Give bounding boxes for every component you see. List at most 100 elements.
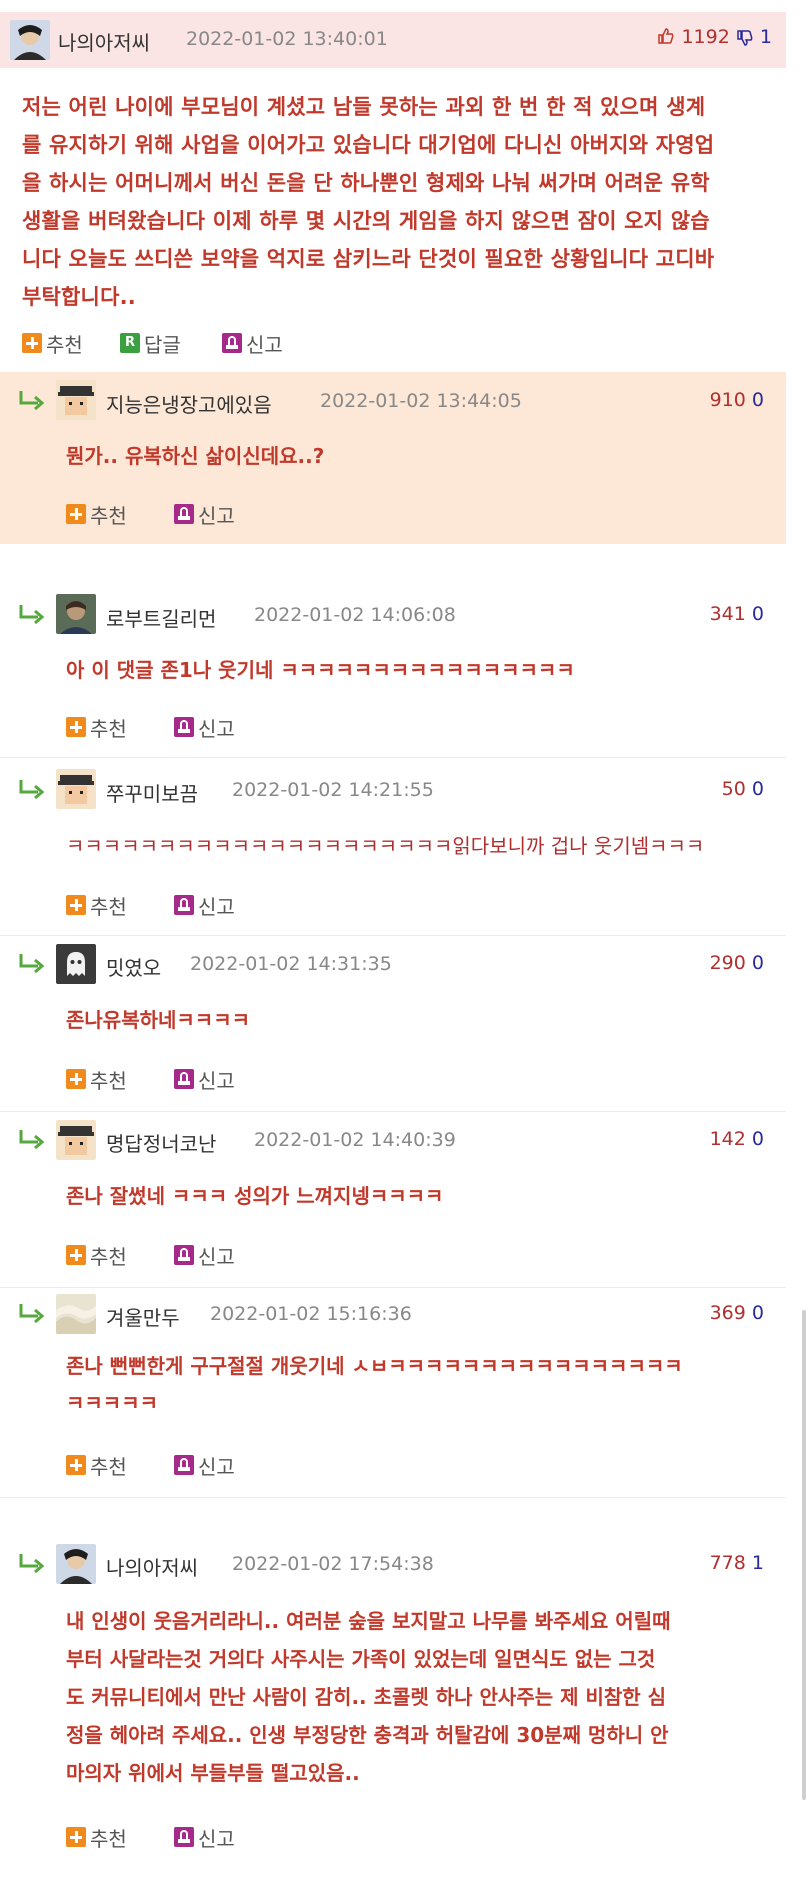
- comment-upvotes: 341: [709, 603, 746, 625]
- comment-line: 존나유복하네ㅋㅋㅋㅋ: [66, 1008, 250, 1032]
- divider: [0, 1497, 786, 1498]
- comment-item: 겨울만두 2022-01-02 15:16:36 369 0 존나 뻔뻔한게 구…: [0, 1292, 786, 1498]
- recommend-button[interactable]: 추천: [22, 328, 83, 358]
- reply-arrow-icon: [19, 391, 45, 411]
- comment-upvotes: 290: [709, 952, 746, 974]
- divider: [0, 757, 786, 758]
- avatar[interactable]: [56, 594, 96, 634]
- siren-icon: [174, 1069, 194, 1089]
- scrollbar[interactable]: [802, 1310, 806, 1800]
- comment-text: 존나 뻔뻔한게 구구절절 개웃기네 ㅅㅂㅋㅋㅋㅋㅋㅋㅋㅋㅋㅋㅋㅋㅋㅋㅋㅋ ㅋㅋㅋ…: [66, 1348, 683, 1422]
- recommend-label: 추천: [90, 1244, 127, 1269]
- comment-text: 내 인생이 웃음거리라니.. 여러분 숲을 보지말고 나무를 봐주세요 어릴때 …: [66, 1602, 671, 1792]
- report-button[interactable]: 신고: [174, 1240, 235, 1270]
- post-timestamp: 2022-01-02 13:40:01: [186, 28, 388, 50]
- comment-line: 정을 헤아려 주세요.. 인생 부정당한 충격과 허탈감에 30분째 멍하니 안: [66, 1723, 669, 1747]
- post-line: 부탁합니다..: [22, 285, 136, 309]
- reply-label: 답글: [144, 332, 181, 357]
- avatar[interactable]: [56, 1544, 96, 1584]
- comment-text: 아 이 댓글 존1나 웃기네 ㅋㅋㅋㅋㅋㅋㅋㅋㅋㅋㅋㅋㅋㅋㅋㅋ: [66, 652, 575, 689]
- thumbs-down-icon[interactable]: [736, 26, 760, 48]
- reply-arrow-icon: [19, 780, 45, 800]
- comment-author[interactable]: 쭈꾸미보끔: [106, 778, 198, 807]
- comment-author[interactable]: 명답정너코난: [106, 1128, 216, 1157]
- comment-timestamp: 2022-01-02 15:16:36: [210, 1303, 412, 1325]
- recommend-button[interactable]: 추천: [66, 499, 127, 529]
- comment-actions: 추천 신고: [66, 1240, 306, 1270]
- post-line: 생활을 버텨왔습니다 이제 하루 몇 시간의 게임을 하지 않으면 잠이 오지 …: [22, 209, 710, 233]
- report-button[interactable]: 신고: [174, 890, 235, 920]
- recommend-button[interactable]: 추천: [66, 1822, 127, 1852]
- report-button[interactable]: 신고: [174, 712, 235, 742]
- report-button[interactable]: 신고: [174, 1064, 235, 1094]
- comment-score: 142 0: [710, 1128, 764, 1150]
- comment-downvotes: 0: [751, 1302, 764, 1324]
- recommend-button[interactable]: 추천: [66, 1064, 127, 1094]
- post-line: 니다 오늘도 쓰디쓴 보약을 억지로 삼키느라 단것이 필요한 상황입니다 고디…: [22, 247, 715, 271]
- recommend-button[interactable]: 추천: [66, 1450, 127, 1480]
- avatar[interactable]: [56, 1120, 96, 1160]
- recommend-button[interactable]: 추천: [66, 712, 127, 742]
- report-label: 신고: [198, 894, 235, 919]
- comment-item: 밋였오 2022-01-02 14:31:35 290 0 존나유복하네ㅋㅋㅋㅋ…: [0, 942, 786, 1112]
- post-author[interactable]: 나의아저씨: [58, 27, 150, 56]
- comment-timestamp: 2022-01-02 14:06:08: [254, 604, 456, 626]
- comment-line: 내 인생이 웃음거리라니.. 여러분 숲을 보지말고 나무를 봐주세요 어릴때: [66, 1609, 671, 1633]
- comment-author[interactable]: 지능은냉장고에있음: [106, 389, 272, 418]
- report-label: 신고: [246, 332, 283, 357]
- post-body: 저는 어린 나이에 부모님이 계셨고 남들 못하는 과외 한 번 한 적 있으며…: [22, 88, 777, 316]
- comment-score: 778 1: [710, 1552, 764, 1574]
- report-button[interactable]: 신고: [174, 1822, 235, 1852]
- reply-button[interactable]: R 답글: [120, 328, 181, 358]
- post-line: 저는 어린 나이에 부모님이 계셨고 남들 못하는 과외 한 번 한 적 있으며…: [22, 95, 706, 119]
- comment-actions: 추천 신고: [66, 890, 306, 920]
- report-label: 신고: [198, 1826, 235, 1851]
- plus-icon: [66, 1455, 86, 1475]
- comment-author[interactable]: 겨울만두: [106, 1302, 180, 1331]
- comment-author[interactable]: 밋였오: [106, 952, 161, 981]
- avatar[interactable]: [56, 380, 96, 420]
- comment-author[interactable]: 나의아저씨: [106, 1552, 198, 1581]
- comment-item: 나의아저씨 2022-01-02 17:54:38 778 1 내 인생이 웃음…: [0, 1536, 786, 1870]
- report-button[interactable]: 신고: [222, 328, 283, 358]
- comment-item: 쭈꾸미보끔 2022-01-02 14:21:55 50 0 ㅋㅋㅋㅋㅋㅋㅋㅋㅋ…: [0, 766, 786, 936]
- comment-upvotes: 142: [709, 1128, 746, 1150]
- comment-timestamp: 2022-01-02 17:54:38: [232, 1553, 434, 1575]
- comment-line: 아 이 댓글 존1나 웃기네 ㅋㅋㅋㅋㅋㅋㅋㅋㅋㅋㅋㅋㅋㅋㅋㅋ: [66, 658, 575, 682]
- recommend-label: 추천: [90, 1454, 127, 1479]
- comment-text: 뭔가.. 유복하신 삶이신데요..?: [66, 438, 324, 475]
- report-button[interactable]: 신고: [174, 1450, 235, 1480]
- recommend-label: 추천: [90, 1068, 127, 1093]
- comment-actions: 추천 신고: [66, 1064, 306, 1094]
- plus-icon: [66, 1245, 86, 1265]
- avatar[interactable]: [10, 20, 50, 60]
- recommend-label: 추천: [90, 716, 127, 741]
- avatar[interactable]: [56, 1294, 96, 1334]
- comment-line: ㅋㅋㅋㅋㅋ: [66, 1391, 158, 1415]
- report-button[interactable]: 신고: [174, 499, 235, 529]
- comment-text: 존나 잘썼네 ㅋㅋㅋ 성의가 느껴지넹ㅋㅋㅋㅋ: [66, 1178, 443, 1215]
- comment-text: ㅋㅋㅋㅋㅋㅋㅋㅋㅋㅋㅋㅋㅋㅋㅋㅋㅋㅋㅋㅋㅋ읽다보니까 겁나 웃기넴ㅋㅋㅋ: [66, 828, 704, 865]
- comment-actions: 추천 신고: [66, 499, 306, 529]
- comment-actions: 추천 신고: [66, 712, 306, 742]
- comment-text: 존나유복하네ㅋㅋㅋㅋ: [66, 1002, 250, 1039]
- comment-item: 지능은냉장고에있음 2022-01-02 13:44:05 910 0 뭔가..…: [0, 372, 786, 544]
- comment-downvotes: 1: [751, 1552, 764, 1574]
- thumbs-up-icon[interactable]: [657, 26, 681, 48]
- report-label: 신고: [198, 1068, 235, 1093]
- ghost-icon[interactable]: [56, 944, 96, 984]
- comment-item: 명답정너코난 2022-01-02 14:40:39 142 0 존나 잘썼네 …: [0, 1118, 786, 1288]
- reply-arrow-icon: [19, 605, 45, 625]
- post-actions: 추천 R 답글 신고: [22, 328, 342, 358]
- post-dislike-count: 1: [759, 26, 772, 48]
- report-label: 신고: [198, 716, 235, 741]
- report-label: 신고: [198, 1244, 235, 1269]
- comment-upvotes: 50: [721, 778, 746, 800]
- comment-downvotes: 0: [751, 778, 764, 800]
- comment-author[interactable]: 로부트길리먼: [106, 603, 216, 632]
- plus-icon: [22, 333, 42, 353]
- recommend-label: 추천: [46, 332, 83, 357]
- recommend-button[interactable]: 추천: [66, 890, 127, 920]
- avatar[interactable]: [56, 769, 96, 809]
- recommend-button[interactable]: 추천: [66, 1240, 127, 1270]
